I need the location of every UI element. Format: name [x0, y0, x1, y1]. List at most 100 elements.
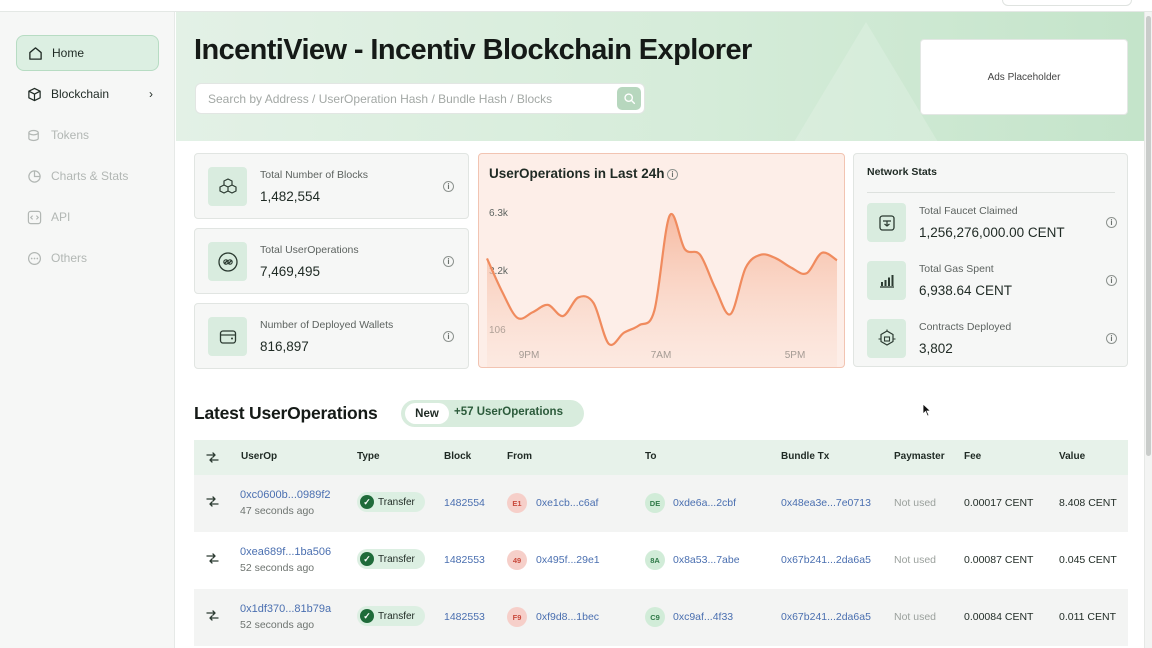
stat-label: Total Gas Spent	[919, 263, 994, 275]
block-link[interactable]: 1482554	[444, 497, 485, 509]
network-stat-gas: Total Gas Spent 6,938.64 CENT i	[867, 261, 1117, 301]
browser-tab[interactable]	[1002, 0, 1132, 6]
info-icon[interactable]: i	[443, 181, 454, 192]
check-icon: ✓	[360, 609, 374, 623]
wallet-icon	[208, 317, 247, 356]
userop-arrows-icon	[206, 452, 219, 463]
check-icon: ✓	[360, 495, 374, 509]
stat-value: 7,469,495	[260, 264, 321, 279]
y-tick-label: 6.3k	[489, 208, 509, 219]
search-button[interactable]	[617, 87, 641, 110]
hero-banner: IncentiView - Incentiv Blockchain Explor…	[176, 12, 1144, 141]
sidebar-item-charts[interactable]: Charts & Stats	[16, 158, 159, 194]
type-label: Transfer	[378, 610, 415, 622]
bundle-tx-link[interactable]: 0x67b241...2da6a5	[781, 554, 871, 566]
to-address-link[interactable]: 0xc9af...4f33	[673, 611, 733, 623]
sidebar-item-others[interactable]: Others	[16, 240, 159, 276]
info-icon[interactable]: i	[1106, 333, 1117, 344]
stat-value: 1,256,276,000.00 CENT	[919, 225, 1065, 240]
stat-value: 3,802	[919, 341, 953, 356]
sidebar-item-label: API	[51, 210, 71, 224]
gas-bars-icon	[867, 261, 906, 300]
userop-hash-link[interactable]: 0xc0600b...0989f2	[240, 489, 331, 501]
userop-age: 52 seconds ago	[240, 562, 315, 574]
mouse-cursor-icon	[922, 403, 932, 417]
sidebar-item-label: Home	[52, 46, 85, 60]
bundle-tx-link[interactable]: 0x67b241...2da6a5	[781, 611, 871, 623]
search-bar	[195, 83, 645, 114]
search-input[interactable]	[208, 84, 608, 113]
info-icon[interactable]: i	[1106, 217, 1117, 228]
cube-icon	[26, 86, 42, 102]
info-icon[interactable]: i	[1106, 275, 1117, 286]
column-header-bundle-tx: Bundle Tx	[781, 451, 830, 462]
contract-icon	[867, 319, 906, 358]
stat-label: Contracts Deployed	[919, 321, 1012, 333]
sidebar: Home Blockchain › Tokens Charts & Stats …	[0, 12, 175, 648]
table-row[interactable]: 0x1df370...81b79a 52 seconds ago ✓ Transf…	[194, 589, 1128, 646]
type-badge: ✓ Transfer	[357, 606, 425, 626]
more-icon	[26, 250, 42, 266]
value-amount: 0.045 CENT	[1059, 554, 1117, 566]
page-title: IncentiView - Incentiv Blockchain Explor…	[194, 34, 752, 66]
sidebar-item-label: Blockchain	[51, 87, 110, 101]
home-icon	[27, 45, 43, 61]
type-badge: ✓ Transfer	[357, 492, 425, 512]
fee-value: 0.00017 CENT	[964, 497, 1034, 509]
block-link[interactable]: 1482553	[444, 611, 485, 623]
column-header-fee: Fee	[964, 451, 982, 462]
info-icon[interactable]: i	[443, 256, 454, 267]
sidebar-item-label: Others	[51, 251, 88, 265]
to-avatar: 8A	[645, 550, 665, 570]
stat-value: 816,897	[260, 339, 309, 354]
value-amount: 0.011 CENT	[1059, 611, 1116, 623]
paymaster-value: Not used	[894, 611, 937, 623]
stat-value: 6,938.64 CENT	[919, 283, 1013, 298]
stat-card-userops: Total UserOperations 7,469,495 i	[194, 228, 469, 294]
network-stat-faucet: Total Faucet Claimed 1,256,276,000.00 CE…	[867, 203, 1117, 243]
bundle-tx-link[interactable]: 0x48ea3e...7e0713	[781, 497, 871, 509]
userop-arrows-icon	[206, 496, 219, 507]
info-icon[interactable]: i	[667, 169, 678, 180]
faucet-icon	[867, 203, 906, 242]
from-address-link[interactable]: 0xe1cb...c6af	[536, 497, 598, 509]
to-avatar: DE	[645, 493, 665, 513]
to-address-link[interactable]: 0xde6a...2cbf	[673, 497, 736, 509]
page-scrollbar[interactable]	[1144, 12, 1152, 648]
new-count: +57 UserOperations	[454, 406, 563, 418]
sidebar-item-home[interactable]: Home	[16, 35, 159, 71]
type-badge: ✓ Transfer	[357, 549, 425, 569]
from-address-link[interactable]: 0x495f...29e1	[536, 554, 600, 566]
latest-userops-title: Latest UserOperations	[194, 403, 378, 423]
stat-label: Number of Deployed Wallets	[260, 319, 394, 331]
divider	[867, 192, 1115, 193]
table-row[interactable]: 0xc0600b...0989f2 47 seconds ago ✓ Transf…	[194, 475, 1128, 532]
column-header-from: From	[507, 451, 532, 462]
from-avatar: F9	[507, 607, 527, 627]
column-header-value: Value	[1059, 451, 1086, 462]
fee-value: 0.00084 CENT	[964, 611, 1034, 623]
sidebar-item-blockchain[interactable]: Blockchain ›	[16, 76, 159, 112]
stat-card-blocks: Total Number of Blocks 1,482,554 i	[194, 153, 469, 219]
code-icon	[26, 209, 42, 225]
new-label: New	[405, 403, 449, 424]
chart-area-fill	[487, 213, 837, 367]
from-avatar: 49	[507, 550, 527, 570]
blocks-icon	[208, 167, 247, 206]
type-label: Transfer	[378, 553, 415, 565]
userop-hash-link[interactable]: 0xea689f...1ba506	[240, 546, 331, 558]
info-icon[interactable]: i	[443, 331, 454, 342]
userops-area-chart[interactable]: 6.3k3.2k1069PM7AM5PM	[479, 154, 845, 368]
value-amount: 8.408 CENT	[1059, 497, 1117, 509]
column-header-userop: UserOp	[241, 451, 278, 462]
ads-placeholder[interactable]: Ads Placeholder	[920, 39, 1128, 115]
sidebar-item-api[interactable]: API	[16, 199, 159, 235]
to-address-link[interactable]: 0x8a53...7abe	[673, 554, 740, 566]
sidebar-item-tokens[interactable]: Tokens	[16, 117, 159, 153]
scrollbar-thumb[interactable]	[1146, 16, 1151, 456]
from-address-link[interactable]: 0xf9d8...1bec	[536, 611, 599, 623]
table-row[interactable]: 0xea689f...1ba506 52 seconds ago ✓ Transf…	[194, 532, 1128, 589]
block-link[interactable]: 1482553	[444, 554, 485, 566]
userop-hash-link[interactable]: 0x1df370...81b79a	[240, 603, 331, 615]
new-userops-badge[interactable]: New +57 UserOperations	[401, 400, 584, 427]
